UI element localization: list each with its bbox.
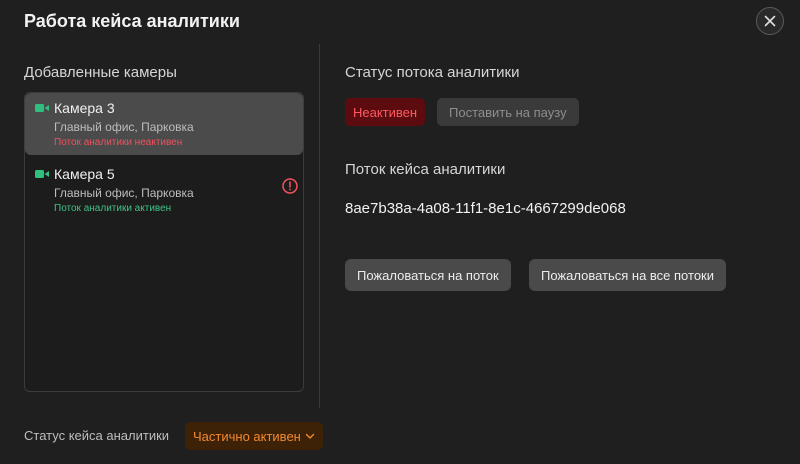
camera-item-3[interactable]: Камера 3 Главный офис, Парковка Поток ан…	[25, 93, 303, 155]
camera-location: Главный офис, Парковка	[54, 186, 194, 200]
camera-location: Главный офис, Парковка	[54, 120, 194, 134]
case-status-value: Частично активен	[193, 428, 301, 444]
stream-status-badge: Неактивен	[345, 98, 426, 126]
chevron-down-icon	[305, 433, 315, 439]
pause-button[interactable]: Поставить на паузу	[437, 98, 579, 126]
camera-stream-status: Поток аналитики активен	[54, 203, 172, 214]
case-status-label: Статус кейса аналитики	[24, 428, 170, 443]
complain-all-streams-button[interactable]: Пожаловаться на все потоки	[529, 259, 726, 291]
complain-stream-button[interactable]: Пожаловаться на поток	[345, 259, 511, 291]
video-camera-icon	[35, 104, 49, 112]
stream-status-title: Статус потока аналитики	[345, 64, 520, 81]
camera-name: Камера 3	[54, 100, 115, 116]
dialog-title: Работа кейса аналитики	[24, 11, 240, 31]
camera-list: Камера 3 Главный офис, Парковка Поток ан…	[24, 92, 304, 392]
case-status-dropdown[interactable]: Частично активен	[185, 422, 323, 450]
vertical-divider	[319, 44, 320, 408]
camera-stream-status: Поток аналитики неактивен	[54, 137, 183, 148]
camera-item-5[interactable]: Камера 5 Главный офис, Парковка Поток ан…	[25, 159, 303, 221]
stream-title: Поток кейса аналитики	[345, 161, 506, 178]
close-icon	[764, 15, 776, 27]
stream-id: 8ae7b38a-4a08-11f1-8e1c-4667299de068	[345, 200, 626, 217]
alert-circle-icon[interactable]	[282, 178, 298, 194]
video-camera-icon	[35, 170, 49, 178]
close-button[interactable]	[756, 7, 784, 35]
cameras-section-title: Добавленные камеры	[24, 64, 177, 81]
camera-name: Камера 5	[54, 166, 115, 182]
